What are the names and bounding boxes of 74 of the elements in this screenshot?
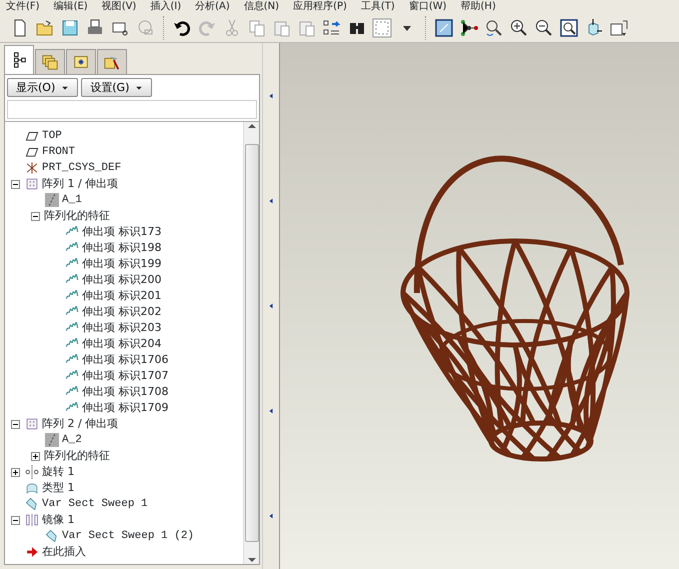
collapse-arrow-icon[interactable] (267, 92, 275, 100)
menu-item[interactable]: 工具(T) (360, 0, 395, 13)
menu-item[interactable]: 信息(N) (244, 0, 280, 13)
collapse-arrow-icon[interactable] (267, 302, 275, 310)
menu-item[interactable]: 应用程序(P) (293, 0, 347, 13)
tree-item[interactable]: FRONT (42, 144, 76, 160)
expand-toggle[interactable] (31, 452, 40, 460)
scroll-up-arrow-icon[interactable] (246, 122, 256, 130)
menu-item[interactable]: 帮助(H) (460, 0, 496, 13)
tree-item[interactable]: 伸出项 标识201 (82, 288, 162, 304)
dropdown-button[interactable]: 设置(G) (81, 78, 152, 97)
scrollbar[interactable] (243, 122, 259, 564)
zoom-in-icon[interactable] (509, 18, 529, 38)
tree-item[interactable]: PRT_CSYS_DEF (42, 160, 122, 176)
tree-item[interactable]: 伸出项 标识1708 (82, 384, 168, 400)
favorites-folder-icon (72, 53, 90, 71)
tree-item[interactable]: Var Sect Sweep 1 (2) (62, 528, 194, 544)
open-folder-icon[interactable] (35, 18, 55, 38)
tree-item[interactable]: 在此插入 (42, 544, 86, 560)
save-icon[interactable] (60, 18, 80, 38)
expand-toggle[interactable] (11, 180, 20, 188)
collapse-arrow-icon[interactable] (267, 512, 275, 520)
tree-item[interactable]: 伸出项 标识202 (82, 304, 162, 320)
expand-toggle[interactable] (11, 468, 20, 476)
collapse-arrow-icon[interactable] (267, 196, 275, 205)
menu-item[interactable]: 编辑(E) (54, 0, 88, 13)
axis-icon (44, 193, 60, 207)
surface-icon (24, 481, 40, 495)
tree-item[interactable]: 阵列化的特征 (44, 208, 110, 224)
expand-toggle[interactable] (11, 516, 20, 524)
navigator-tab[interactable] (4, 45, 34, 74)
menu-item[interactable]: 插入(I) (150, 0, 182, 13)
mirror-icon (24, 513, 40, 527)
zoom-out-icon[interactable] (534, 18, 554, 38)
tree-item[interactable]: 伸出项 标识1709 (82, 400, 168, 416)
tree-item[interactable]: 伸出项 标识203 (82, 320, 162, 336)
insert-arrow-icon (24, 545, 40, 559)
revolve-icon (24, 465, 40, 479)
tree-item[interactable]: 阵列化的特征 (44, 448, 110, 464)
tree-item[interactable]: 伸出项 标识173 (82, 224, 162, 240)
tree-item[interactable]: Var Sect Sweep 1 (42, 496, 148, 512)
dropdown-button[interactable]: 显示(O) (7, 78, 78, 97)
tree-item[interactable]: 阵列 2 / 伸出项 (42, 416, 118, 432)
tree-item[interactable]: 镜像 1 (42, 512, 74, 528)
tree-item[interactable]: 旋转 1 (42, 464, 74, 480)
zoom-fit-icon[interactable] (559, 18, 579, 38)
tree-item[interactable]: TOP (42, 128, 62, 144)
axis-icon (44, 433, 60, 447)
tree-item[interactable]: 伸出项 标识199 (82, 256, 162, 272)
tree-item[interactable]: A_1 (62, 192, 82, 208)
tree-item[interactable]: 伸出项 标识1707 (82, 368, 168, 384)
folders-icon (41, 53, 59, 71)
menu-item[interactable]: 文件(F) (6, 0, 40, 13)
tree-item[interactable]: 类型 1 (42, 480, 74, 496)
tree-item[interactable]: 伸出项 标识204 (82, 336, 162, 352)
menu-item[interactable]: 分析(A) (195, 0, 230, 13)
filter-field[interactable] (7, 100, 257, 119)
collapse-arrow-icon[interactable] (267, 407, 275, 416)
expand-toggle[interactable] (31, 212, 40, 220)
tree-item[interactable]: 伸出项 标识198 (82, 240, 162, 256)
plane-icon (24, 145, 40, 159)
tree-item[interactable]: 伸出项 标识200 (82, 272, 162, 288)
tree-item[interactable]: 阵列 1 / 伸出项 (42, 176, 118, 192)
pattern-icon (24, 177, 40, 191)
menu-item[interactable]: 窗口(W) (408, 0, 447, 13)
pattern-icon (24, 417, 40, 431)
menu-item[interactable]: 视图(V) (102, 0, 136, 13)
coordinate-system-icon (24, 161, 40, 175)
expand-toggle[interactable] (11, 420, 20, 428)
scroll-down-arrow-icon[interactable] (246, 556, 256, 564)
tree-item[interactable]: A_2 (62, 432, 82, 448)
plane-icon (24, 129, 40, 143)
selection-box-icon[interactable] (372, 18, 392, 38)
tree-item[interactable]: 伸出项 标识1706 (82, 352, 168, 368)
